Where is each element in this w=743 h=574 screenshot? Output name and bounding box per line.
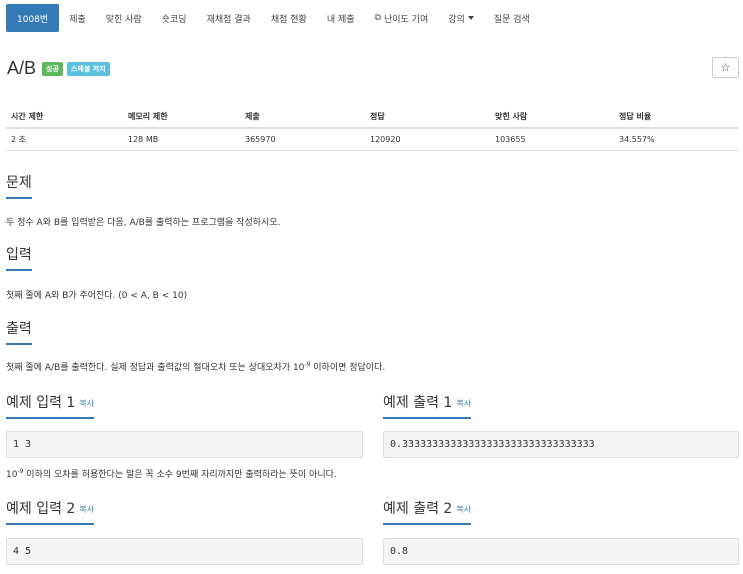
divider: [6, 198, 739, 199]
copy-sample-input-2-button[interactable]: 복사: [79, 505, 94, 514]
input-heading: 입력: [6, 244, 739, 271]
special-judge-badge: 스페셜 저지: [66, 61, 110, 76]
favorite-star-button[interactable]: ☆: [712, 57, 739, 78]
divider: [6, 344, 739, 345]
tab-my-submissions[interactable]: 내 제출: [317, 4, 365, 32]
section-title: 예제 입력 2: [6, 501, 76, 517]
section-title-wrap: 예제 출력 2 복사: [383, 498, 472, 525]
tab-judge-status[interactable]: 채점 현황: [261, 4, 317, 32]
tab-label: 질문 검색: [493, 14, 530, 25]
section-title-wrap: 예제 출력 1 복사: [383, 392, 472, 419]
value-time-limit: 2 초: [6, 128, 123, 151]
info-value-row: 2 초 128 MB 365970 120920 103655 34.557%: [6, 128, 739, 151]
tab-difficulty-contribution[interactable]: ⧉ 난이도 기여: [365, 4, 439, 32]
tab-solved-users[interactable]: 맞힌 사람: [96, 4, 152, 32]
section-title: 입력: [6, 244, 32, 271]
description-heading: 문제: [6, 172, 739, 199]
note-text: 이하의 오차를 허용한다는 말은 꼭 소수 9번째 자리까지만 출력하라는 뜻이…: [23, 470, 337, 480]
tab-label: 내 제출: [326, 14, 355, 25]
tab-question-search[interactable]: 질문 검색: [484, 4, 540, 32]
value-accepted: 120920: [365, 128, 490, 151]
section-title: 예제 입력 1: [6, 395, 76, 411]
sample-output-2-box[interactable]: 0.8: [383, 538, 739, 565]
section-title: 출력: [6, 318, 32, 345]
value-submissions: 365970: [240, 128, 365, 151]
sample-input-1-box[interactable]: 1 3: [6, 431, 363, 458]
sample-input-1-heading: 예제 입력 1 복사: [6, 392, 354, 419]
header-accepted: 정답: [365, 106, 490, 129]
star-icon: ☆: [720, 61, 731, 74]
section-title: 문제: [6, 172, 32, 199]
output-text: 첫째 줄에 A/B를 출력한다. 실제 정답과 출력값의 절대오차 또는 상대오…: [6, 360, 385, 373]
sample-output-2-heading: 예제 출력 2 복사: [383, 498, 731, 525]
sample-input-2-heading: 예제 입력 2 복사: [6, 498, 354, 525]
external-link-icon: ⧉: [374, 13, 381, 23]
tab-label: 난이도 기여: [383, 14, 429, 25]
header-time-limit: 시간 제한: [6, 106, 123, 129]
divider: [6, 270, 739, 271]
success-badge: 성공: [42, 61, 63, 76]
value-solvers: 103655: [490, 128, 614, 151]
copy-sample-input-1-button[interactable]: 복사: [79, 399, 94, 408]
output-text-main: 첫째 줄에 A/B를 출력한다. 실제 정답과 출력값의 절대오차 또는 상대오…: [6, 363, 305, 373]
info-header-row: 시간 제한 메모리 제한 제출 정답 맞힌 사람 정답 비율: [6, 106, 739, 129]
copy-sample-output-1-button[interactable]: 복사: [456, 399, 471, 408]
section-title-wrap: 예제 입력 2 복사: [6, 498, 95, 525]
header-accept-ratio: 정답 비율: [614, 106, 739, 129]
header-memory-limit: 메모리 제한: [123, 106, 240, 129]
sample-note: 10-9 이하의 오차를 허용한다는 말은 꼭 소수 9번째 자리까지만 출력하…: [6, 467, 337, 480]
description-text: 두 정수 A와 B를 입력받은 다음, A/B를 출력하는 프로그램을 작성하시…: [6, 218, 281, 228]
sample-input-2-box[interactable]: 4 5: [6, 538, 363, 565]
input-text: 첫째 줄에 A와 B가 주어진다. (0 < A, B < 10): [6, 291, 188, 301]
tab-label: 재채점 결과: [206, 14, 251, 25]
problem-title: A/B: [7, 58, 37, 78]
section-title-wrap: 예제 입력 1 복사: [6, 392, 95, 419]
value-memory-limit: 128 MB: [123, 128, 240, 151]
problem-info-table: 시간 제한 메모리 제한 제출 정답 맞힌 사람 정답 비율 2 초 128 M…: [6, 106, 739, 151]
tab-label: 제출: [69, 14, 86, 25]
tab-problem[interactable]: 1008번: [6, 4, 60, 32]
tab-label: 채점 현황: [270, 14, 307, 25]
sample-output-1-box[interactable]: 0.33333333333333333333333333333333: [383, 431, 739, 458]
header-submissions: 제출: [240, 106, 365, 129]
tab-label: 숏코딩: [161, 14, 187, 25]
output-text-tail: 이하이면 정답이다.: [310, 363, 386, 373]
caret-down-icon: [467, 16, 474, 20]
value-accept-ratio: 34.557%: [614, 128, 739, 151]
tab-rejudge-result[interactable]: 재채점 결과: [197, 4, 261, 32]
tab-short-coding[interactable]: 숏코딩: [152, 4, 197, 32]
tab-label: 1008번: [17, 14, 49, 25]
problem-header: A/B 성공 스페셜 저지: [7, 58, 110, 79]
sample-output-1-heading: 예제 출력 1 복사: [383, 392, 731, 419]
section-title: 예제 출력 2: [383, 501, 453, 517]
tab-label: 강의: [448, 14, 465, 25]
header-solvers: 맞힌 사람: [490, 106, 614, 129]
note-base: 10: [6, 470, 18, 480]
tab-lectures[interactable]: 강의: [438, 4, 484, 32]
problem-nav-tabs: 1008번 제출 맞힌 사람 숏코딩 재채점 결과 채점 현황 내 제출 ⧉ 난이…: [6, 4, 540, 32]
section-title: 예제 출력 1: [383, 395, 453, 411]
output-heading: 출력: [6, 318, 739, 345]
copy-sample-output-2-button[interactable]: 복사: [456, 505, 471, 514]
tab-label: 맞힌 사람: [105, 14, 142, 25]
tab-submit[interactable]: 제출: [59, 4, 96, 32]
